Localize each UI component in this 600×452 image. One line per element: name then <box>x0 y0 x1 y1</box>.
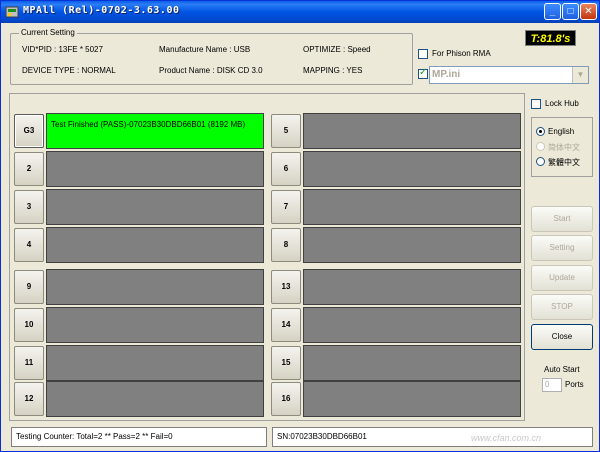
port-slot-2 <box>46 151 264 187</box>
language-label-english: English <box>548 127 575 136</box>
mapping-info: MAPPING : YES <box>303 66 362 75</box>
port-slot-1: Test Finished (PASS)-07023B30DBD66B01 (8… <box>46 113 264 149</box>
maximize-button[interactable]: □ <box>562 3 579 20</box>
elapsed-timer: T:81.8's <box>525 30 576 46</box>
optimize-info: OPTIMIZE : Speed <box>303 45 371 54</box>
auto-start-ports-input[interactable]: 0 <box>542 378 562 392</box>
optimize-label: OPTIMIZE : <box>303 45 346 54</box>
port-button-5[interactable]: 5 <box>271 114 301 148</box>
device-type-info: DEVICE TYPE : NORMAL <box>22 66 116 75</box>
device-type-label: DEVICE TYPE : <box>22 66 80 75</box>
ini-select-value: MP.ini <box>432 69 461 80</box>
port-slot-14 <box>303 307 521 343</box>
update-button[interactable]: Update <box>531 265 593 291</box>
port-slot-11 <box>46 345 264 381</box>
watermark-text: www.cfan.com.cn <box>471 433 542 443</box>
vid-pid-info: VID*PID : 13FE * 5027 <box>22 45 103 54</box>
chevron-down-icon[interactable]: ▼ <box>572 67 588 83</box>
mapping-label: MAPPING : <box>303 66 345 75</box>
serial-number: SN:07023B30DBD66B01 <box>272 427 593 447</box>
port-slot-16 <box>303 381 521 417</box>
ini-select[interactable]: MP.ini ▼ <box>429 66 589 84</box>
phison-rma-checkbox[interactable] <box>418 49 428 59</box>
start-button[interactable]: Start <box>531 206 593 232</box>
title-bar[interactable]: MPAll (Rel)-0702-3.63.00 _ □ ✕ <box>1 1 599 23</box>
port-button-7[interactable]: 7 <box>271 190 301 224</box>
port-slot-12 <box>46 381 264 417</box>
auto-start-label: Auto Start <box>544 365 580 374</box>
port-button-10[interactable]: 10 <box>14 308 44 342</box>
maximize-icon: □ <box>567 6 574 17</box>
current-setting-group: Current Setting <box>10 28 413 85</box>
port-button-6[interactable]: 6 <box>271 152 301 186</box>
port-button-14[interactable]: 14 <box>271 308 301 342</box>
device-type-value: NORMAL <box>81 66 116 75</box>
manufacture-info: Manufacture Name : USB <box>159 45 250 54</box>
lock-hub-label: Lock Hub <box>545 99 579 108</box>
close-button[interactable]: Close <box>531 324 593 350</box>
close-icon: ✕ <box>584 6 593 17</box>
setting-button[interactable]: Setting <box>531 235 593 261</box>
port-button-11[interactable]: 11 <box>14 346 44 380</box>
mpall-window: MPAll (Rel)-0702-3.63.00 _ □ ✕ Current S… <box>0 0 600 452</box>
port-slot-6 <box>303 151 521 187</box>
close-window-button[interactable]: ✕ <box>580 3 597 20</box>
minimize-icon: _ <box>549 6 556 17</box>
window-title: MPAll (Rel)-0702-3.63.00 <box>23 5 180 16</box>
product-info: Product Name : DISK CD 3.0 <box>159 66 263 75</box>
port-button-12[interactable]: 12 <box>14 382 44 416</box>
language-label-traditional: 繁體中文 <box>548 158 580 167</box>
port-button-4[interactable]: 4 <box>14 228 44 262</box>
port-slot-10 <box>46 307 264 343</box>
current-setting-legend: Current Setting <box>19 28 77 37</box>
port-slot-9 <box>46 269 264 305</box>
language-radio-english[interactable] <box>536 127 545 136</box>
manufacture-label: Manufacture Name : <box>159 45 232 54</box>
port-button-9[interactable]: 9 <box>14 270 44 304</box>
port-slot-7 <box>303 189 521 225</box>
port-slot-4 <box>46 227 264 263</box>
stop-button[interactable]: STOP <box>531 294 593 320</box>
vid-pid-value: 13FE * 5027 <box>58 45 103 54</box>
vid-pid-label: VID*PID : <box>22 45 57 54</box>
port-button-2[interactable]: 2 <box>14 152 44 186</box>
port-slot-3 <box>46 189 264 225</box>
port-button-15[interactable]: 15 <box>271 346 301 380</box>
language-label-simplified: 简体中文 <box>548 143 580 152</box>
port-slot-15 <box>303 345 521 381</box>
manufacture-value: USB <box>233 45 251 54</box>
port-slot-1-status: Test Finished (PASS)-07023B30DBD66B01 (8… <box>51 120 246 129</box>
minimize-button[interactable]: _ <box>544 3 561 20</box>
app-icon <box>5 6 19 18</box>
optimize-value: Speed <box>347 45 371 54</box>
port-button-1[interactable]: G3 <box>14 114 44 148</box>
product-label: Product Name : <box>159 66 215 75</box>
product-value: DISK CD 3.0 <box>216 66 263 75</box>
port-slot-5 <box>303 113 521 149</box>
auto-start-ports-label: Ports <box>565 380 584 389</box>
port-button-3[interactable]: 3 <box>14 190 44 224</box>
port-button-16[interactable]: 16 <box>271 382 301 416</box>
port-button-8[interactable]: 8 <box>271 228 301 262</box>
lock-hub-checkbox[interactable] <box>531 99 541 109</box>
port-button-13[interactable]: 13 <box>271 270 301 304</box>
port-slot-8 <box>303 227 521 263</box>
phison-rma-label: For Phison RMA <box>432 49 491 58</box>
language-radio-traditional[interactable] <box>536 157 545 166</box>
mapping-value: YES <box>346 66 363 75</box>
testing-counter: Testing Counter: Total=2 ** Pass=2 ** Fa… <box>11 427 267 447</box>
language-radio-simplified[interactable] <box>536 142 545 151</box>
ini-checkbox[interactable] <box>418 67 428 79</box>
port-slot-13 <box>303 269 521 305</box>
